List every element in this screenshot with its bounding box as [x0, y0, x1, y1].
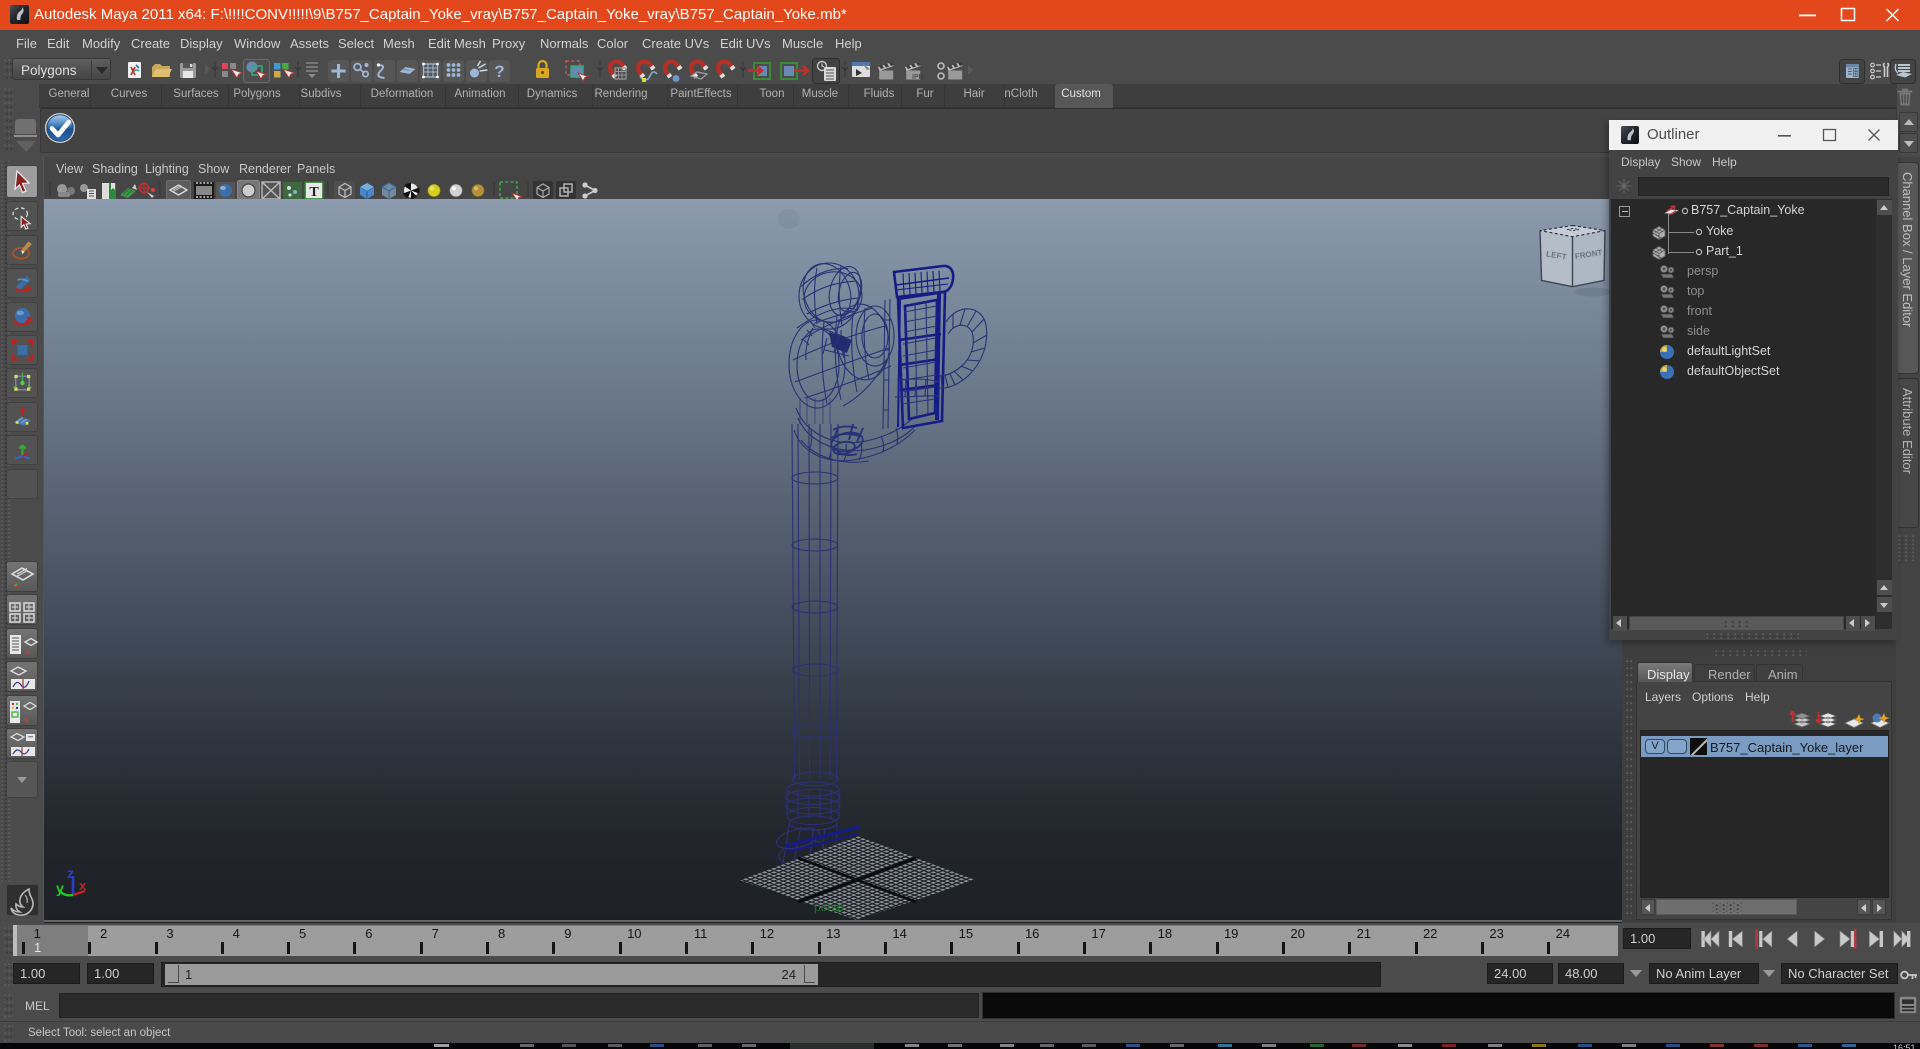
svg-text:T: T [309, 185, 319, 200]
svg-text:IPR: IPR [912, 74, 924, 81]
svg-text:?: ? [494, 62, 504, 81]
svg-text:y: y [56, 880, 64, 896]
svg-text:persp: persp [814, 900, 844, 914]
svg-text:z: z [67, 865, 74, 881]
svg-text:x: x [79, 878, 87, 893]
